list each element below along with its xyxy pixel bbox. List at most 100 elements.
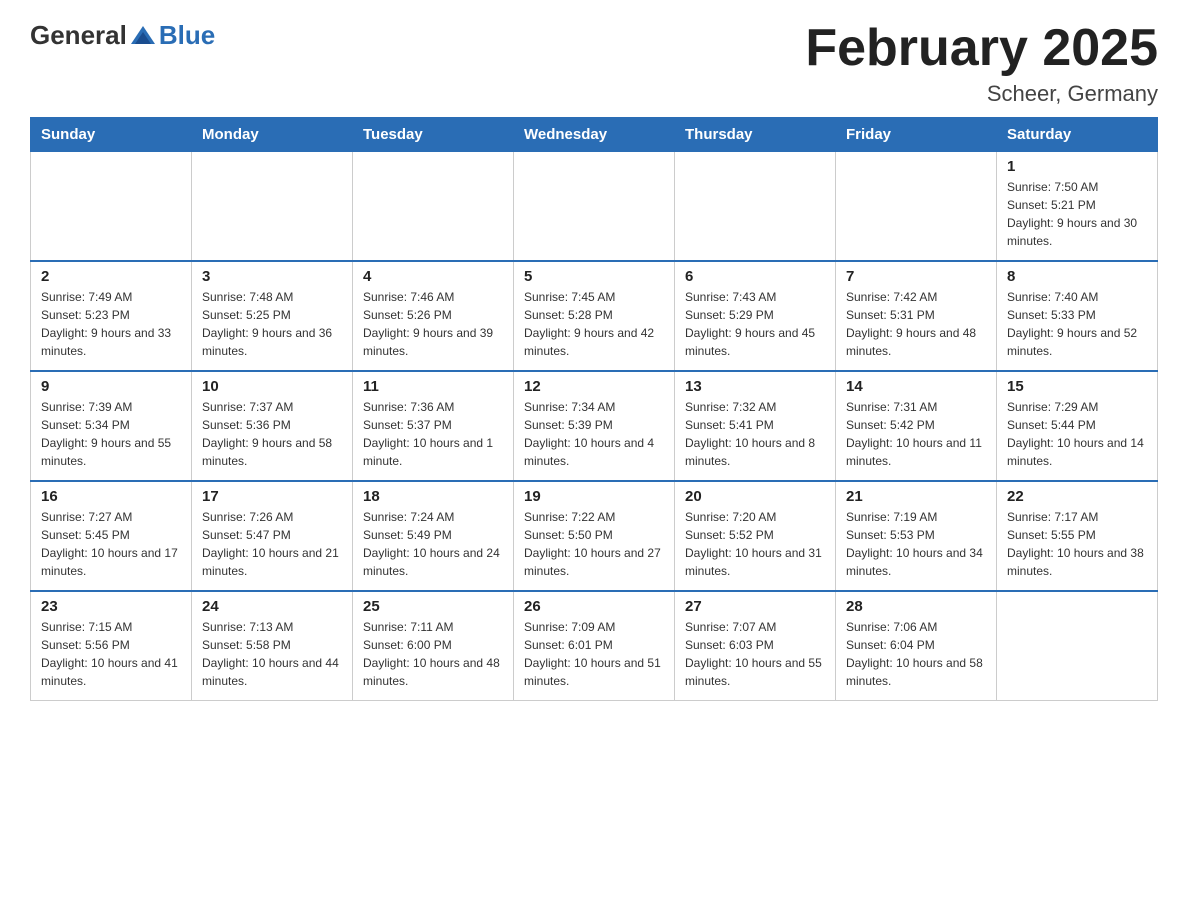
day-info: Sunrise: 7:29 AM Sunset: 5:44 PM Dayligh… (1007, 398, 1147, 470)
day-number: 5 (524, 268, 664, 285)
day-info: Sunrise: 7:43 AM Sunset: 5:29 PM Dayligh… (685, 288, 825, 360)
day-number: 28 (846, 598, 986, 615)
calendar-cell: 14 Sunrise: 7:31 AM Sunset: 5:42 PM Dayli… (836, 371, 997, 481)
day-info: Sunrise: 7:34 AM Sunset: 5:39 PM Dayligh… (524, 398, 664, 470)
day-number: 24 (202, 598, 342, 615)
calendar-cell: 8 Sunrise: 7:40 AM Sunset: 5:33 PM Daylig… (997, 261, 1158, 371)
day-number: 17 (202, 488, 342, 505)
calendar-cell: 16Sunrise: 7:27 AM Sunset: 5:45 PM Dayli… (31, 481, 192, 591)
day-number: 22 (1007, 488, 1147, 505)
calendar-body: 1 Sunrise: 7:50 AM Sunset: 5:21 PM Daylig… (31, 152, 1158, 701)
calendar-cell: 12 Sunrise: 7:34 AM Sunset: 5:39 PM Dayli… (514, 371, 675, 481)
day-info: Sunrise: 7:09 AM Sunset: 6:01 PM Dayligh… (524, 618, 664, 690)
day-info: Sunrise: 7:31 AM Sunset: 5:42 PM Dayligh… (846, 398, 986, 470)
calendar-cell: 27 Sunrise: 7:07 AM Sunset: 6:03 PM Dayli… (675, 591, 836, 701)
calendar-cell: 26 Sunrise: 7:09 AM Sunset: 6:01 PM Dayli… (514, 591, 675, 701)
header-thursday: Thursday (675, 118, 836, 152)
day-number: 12 (524, 378, 664, 395)
header-sunday: Sunday (31, 118, 192, 152)
header-friday: Friday (836, 118, 997, 152)
day-info: Sunrise: 7:06 AM Sunset: 6:04 PM Dayligh… (846, 618, 986, 690)
calendar-week-4: 16Sunrise: 7:27 AM Sunset: 5:45 PM Dayli… (31, 481, 1158, 591)
day-number: 20 (685, 488, 825, 505)
calendar-cell: 4 Sunrise: 7:46 AM Sunset: 5:26 PM Daylig… (353, 261, 514, 371)
day-info: Sunrise: 7:20 AM Sunset: 5:52 PM Dayligh… (685, 508, 825, 580)
day-info: Sunrise: 7:46 AM Sunset: 5:26 PM Dayligh… (363, 288, 503, 360)
day-number: 11 (363, 378, 503, 395)
day-number: 21 (846, 488, 986, 505)
calendar-cell: 22Sunrise: 7:17 AM Sunset: 5:55 PM Dayli… (997, 481, 1158, 591)
day-number: 1 (1007, 158, 1147, 175)
day-number: 15 (1007, 378, 1147, 395)
header-saturday: Saturday (997, 118, 1158, 152)
day-info: Sunrise: 7:42 AM Sunset: 5:31 PM Dayligh… (846, 288, 986, 360)
day-info: Sunrise: 7:45 AM Sunset: 5:28 PM Dayligh… (524, 288, 664, 360)
logo-icon (129, 22, 157, 50)
calendar-cell (514, 152, 675, 262)
location-text: Scheer, Germany (805, 81, 1158, 107)
calendar-table: Sunday Monday Tuesday Wednesday Thursday… (30, 117, 1158, 701)
calendar-cell (997, 591, 1158, 701)
header-wednesday: Wednesday (514, 118, 675, 152)
header-monday: Monday (192, 118, 353, 152)
calendar-cell: 28 Sunrise: 7:06 AM Sunset: 6:04 PM Dayli… (836, 591, 997, 701)
calendar-cell (675, 152, 836, 262)
calendar-cell: 17 Sunrise: 7:26 AM Sunset: 5:47 PM Dayli… (192, 481, 353, 591)
day-number: 6 (685, 268, 825, 285)
day-number: 13 (685, 378, 825, 395)
day-number: 27 (685, 598, 825, 615)
day-info: Sunrise: 7:22 AM Sunset: 5:50 PM Dayligh… (524, 508, 664, 580)
day-number: 25 (363, 598, 503, 615)
calendar-cell: 13 Sunrise: 7:32 AM Sunset: 5:41 PM Dayli… (675, 371, 836, 481)
day-info: Sunrise: 7:32 AM Sunset: 5:41 PM Dayligh… (685, 398, 825, 470)
day-info: Sunrise: 7:36 AM Sunset: 5:37 PM Dayligh… (363, 398, 503, 470)
day-info: Sunrise: 7:07 AM Sunset: 6:03 PM Dayligh… (685, 618, 825, 690)
calendar-cell: 23Sunrise: 7:15 AM Sunset: 5:56 PM Dayli… (31, 591, 192, 701)
day-number: 19 (524, 488, 664, 505)
title-block: February 2025 Scheer, Germany (805, 20, 1158, 107)
calendar-cell: 11 Sunrise: 7:36 AM Sunset: 5:37 PM Dayli… (353, 371, 514, 481)
page-header: General Blue February 2025 Scheer, Germa… (30, 20, 1158, 107)
day-info: Sunrise: 7:49 AM Sunset: 5:23 PM Dayligh… (41, 288, 181, 360)
calendar-week-2: 2Sunrise: 7:49 AM Sunset: 5:23 PM Daylig… (31, 261, 1158, 371)
calendar-cell: 24 Sunrise: 7:13 AM Sunset: 5:58 PM Dayli… (192, 591, 353, 701)
day-info: Sunrise: 7:27 AM Sunset: 5:45 PM Dayligh… (41, 508, 181, 580)
day-info: Sunrise: 7:50 AM Sunset: 5:21 PM Dayligh… (1007, 178, 1147, 250)
day-info: Sunrise: 7:48 AM Sunset: 5:25 PM Dayligh… (202, 288, 342, 360)
calendar-cell: 9Sunrise: 7:39 AM Sunset: 5:34 PM Daylig… (31, 371, 192, 481)
calendar-cell: 18Sunrise: 7:24 AM Sunset: 5:49 PM Dayli… (353, 481, 514, 591)
calendar-cell (192, 152, 353, 262)
calendar-cell: 5 Sunrise: 7:45 AM Sunset: 5:28 PM Daylig… (514, 261, 675, 371)
day-number: 8 (1007, 268, 1147, 285)
day-number: 10 (202, 378, 342, 395)
logo-general-text: General (30, 20, 127, 51)
day-number: 7 (846, 268, 986, 285)
day-number: 3 (202, 268, 342, 285)
header-tuesday: Tuesday (353, 118, 514, 152)
calendar-week-1: 1 Sunrise: 7:50 AM Sunset: 5:21 PM Daylig… (31, 152, 1158, 262)
day-info: Sunrise: 7:13 AM Sunset: 5:58 PM Dayligh… (202, 618, 342, 690)
calendar-cell: 3 Sunrise: 7:48 AM Sunset: 5:25 PM Daylig… (192, 261, 353, 371)
day-number: 4 (363, 268, 503, 285)
calendar-cell: 7 Sunrise: 7:42 AM Sunset: 5:31 PM Daylig… (836, 261, 997, 371)
calendar-cell: 25Sunrise: 7:11 AM Sunset: 6:00 PM Dayli… (353, 591, 514, 701)
calendar-cell: 2Sunrise: 7:49 AM Sunset: 5:23 PM Daylig… (31, 261, 192, 371)
month-title: February 2025 (805, 20, 1158, 77)
logo-blue-text: Blue (159, 20, 215, 51)
day-info: Sunrise: 7:40 AM Sunset: 5:33 PM Dayligh… (1007, 288, 1147, 360)
calendar-cell: 6 Sunrise: 7:43 AM Sunset: 5:29 PM Daylig… (675, 261, 836, 371)
day-number: 9 (41, 378, 181, 395)
day-info: Sunrise: 7:24 AM Sunset: 5:49 PM Dayligh… (363, 508, 503, 580)
day-info: Sunrise: 7:37 AM Sunset: 5:36 PM Dayligh… (202, 398, 342, 470)
calendar-cell: 15 Sunrise: 7:29 AM Sunset: 5:44 PM Dayli… (997, 371, 1158, 481)
calendar-week-3: 9Sunrise: 7:39 AM Sunset: 5:34 PM Daylig… (31, 371, 1158, 481)
day-number: 26 (524, 598, 664, 615)
day-info: Sunrise: 7:26 AM Sunset: 5:47 PM Dayligh… (202, 508, 342, 580)
calendar-cell (353, 152, 514, 262)
calendar-week-5: 23Sunrise: 7:15 AM Sunset: 5:56 PM Dayli… (31, 591, 1158, 701)
day-number: 14 (846, 378, 986, 395)
header-row: Sunday Monday Tuesday Wednesday Thursday… (31, 118, 1158, 152)
day-info: Sunrise: 7:15 AM Sunset: 5:56 PM Dayligh… (41, 618, 181, 690)
day-info: Sunrise: 7:19 AM Sunset: 5:53 PM Dayligh… (846, 508, 986, 580)
calendar-cell: 20 Sunrise: 7:20 AM Sunset: 5:52 PM Dayli… (675, 481, 836, 591)
